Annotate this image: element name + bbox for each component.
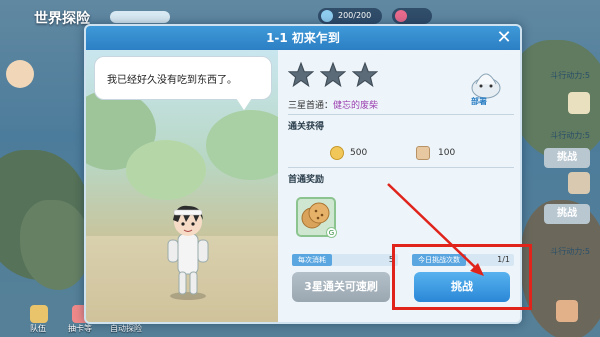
divider [288,114,514,115]
speech-text: 我已经好久没有吃到东西了。 [107,75,237,86]
pass-reward-title: 通关获得 [288,122,325,132]
cost-label: 每次消耗 [292,254,332,266]
energy-counter: 200/200 [318,8,382,24]
star-icon [288,62,314,88]
first-clear-reward: 健忘的废柴 [333,101,379,111]
gold-coin-icon [330,146,344,160]
gem-icon [395,10,407,22]
sword-icon[interactable] [568,92,590,114]
bread-icon [416,146,430,160]
nav-team[interactable]: 队伍 [30,323,46,334]
chest-icon[interactable] [556,300,578,322]
nav-auto-explore[interactable]: 自动探险 [110,323,142,334]
star-icon [352,62,378,88]
first-clear-prefix: 三星首通： [288,101,334,111]
cost-bar: 每次消耗 5 [292,254,398,266]
stage-preview: 我已经好久没有吃到东西了。 [86,50,278,322]
side-challenge-button[interactable]: 挑战 [544,204,590,224]
divider [288,167,514,168]
highlight-box [392,244,532,310]
tree [126,140,206,200]
gold-reward-value: 500 [350,148,368,158]
sweep-button[interactable]: 3星通关可速刷 [292,272,390,302]
world-explore-title: 世界探险 [34,11,90,27]
star-icon [320,62,346,88]
top-tag [110,11,170,23]
speech-tail [236,98,252,110]
stage-title: 1-1 初来乍到 [266,31,340,45]
left-menu-item[interactable] [6,60,70,92]
side-action-label: 斗行动力:5 [550,131,590,140]
energy-value: 200/200 [338,11,372,20]
speech-bubble: 我已经好久没有吃到东西了。 [94,56,272,100]
first-reward-item[interactable]: G [296,197,337,238]
tree [206,110,278,180]
side-challenge-button[interactable]: 挑战 [544,148,590,168]
close-button[interactable]: ✕ [494,28,514,48]
dialog-header: 1-1 初来乍到 ✕ [86,26,520,50]
gem-counter [392,8,432,24]
side-action-label: 斗行动力:5 [550,71,590,80]
bread-reward-value: 100 [438,148,456,158]
first-reward-title: 首通奖励 [288,175,325,185]
avatar [6,60,34,88]
gift-icon[interactable] [568,172,590,194]
boss-label: 部署 [471,97,487,106]
item-grade-badge: G [326,227,337,238]
character-sprite [167,205,209,300]
nav-gacha[interactable]: 抽卡等 [68,323,92,334]
side-action-label: 斗行动力:5 [550,247,590,256]
energy-icon [321,10,333,22]
first-clear-text: 三星首通：健忘的废柴 [288,98,378,111]
team-icon[interactable] [30,305,48,323]
